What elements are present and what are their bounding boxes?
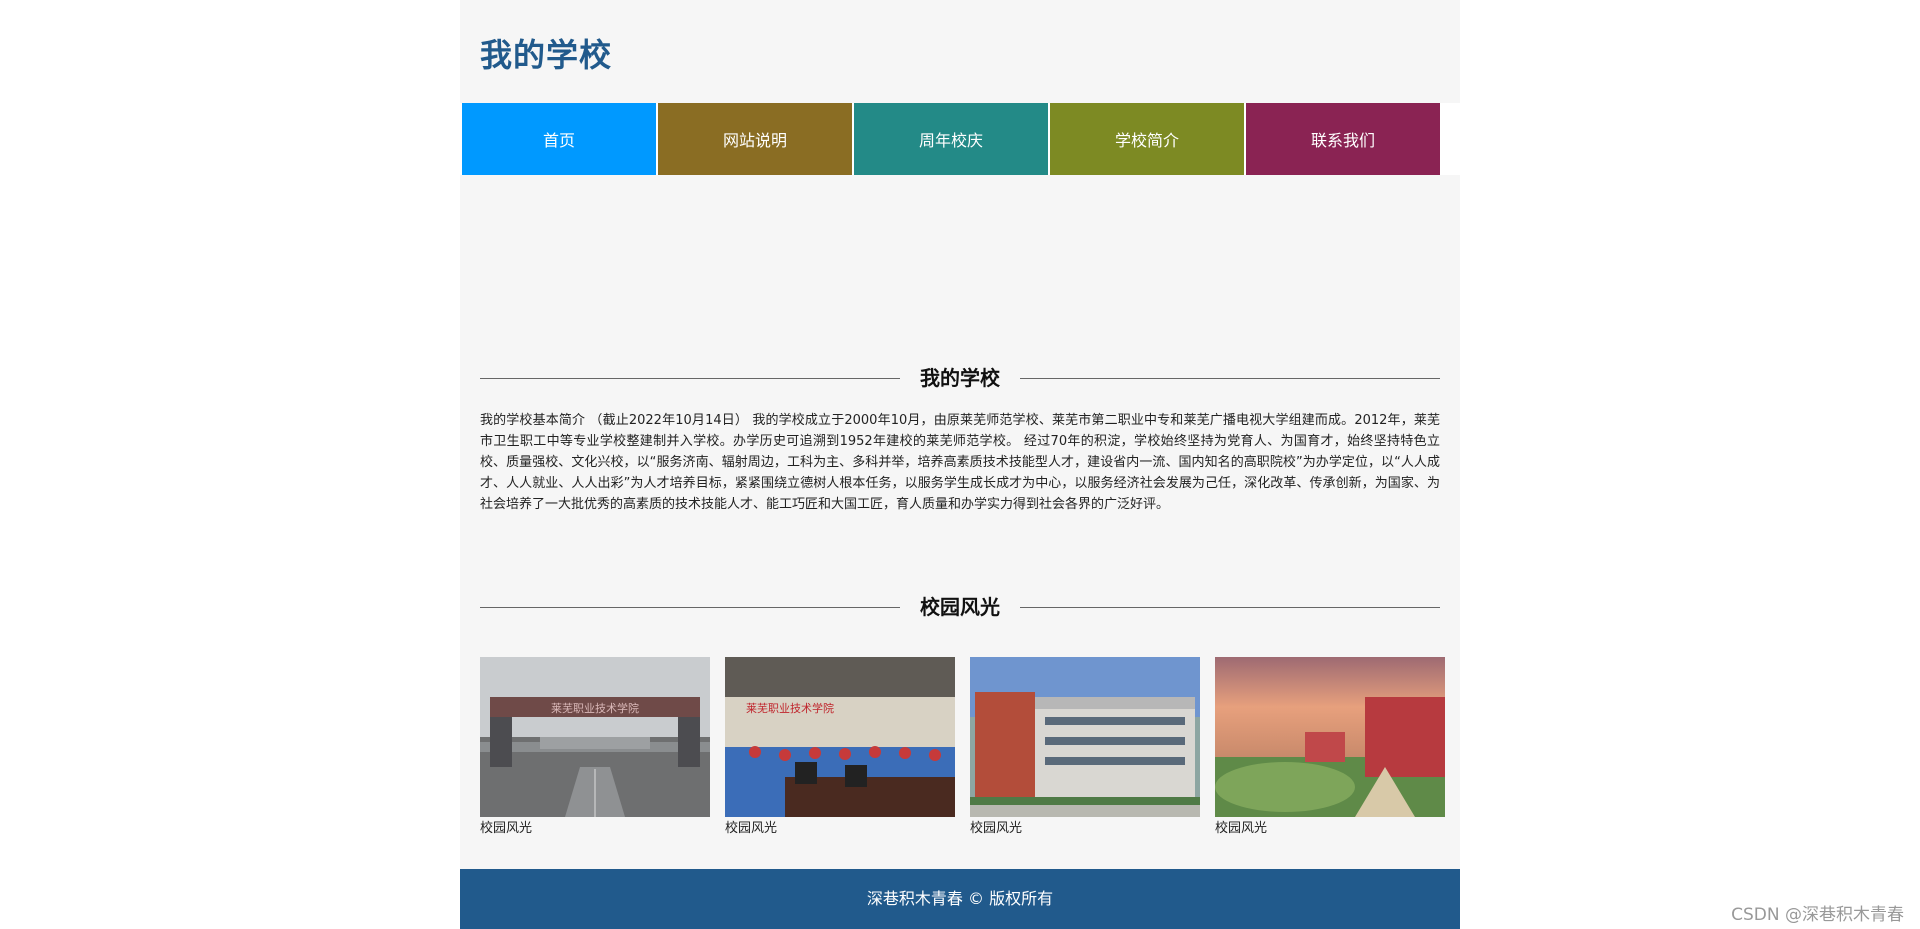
campus-gallery: 莱芜职业技术学院 校园风光 莱芜职业技术学院 校园风光 校园风光 校园风光 <box>480 657 1460 837</box>
nav-item-anniversary[interactable]: 周年校庆 <box>854 103 1048 175</box>
nav-item-contact[interactable]: 联系我们 <box>1246 103 1440 175</box>
footer-copyright: 深巷积木青春 © 版权所有 <box>866 889 1054 908</box>
site-title: 我的学校 <box>480 36 613 74</box>
school-intro-text: 我的学校基本简介 （截止2022年10月14日） 我的学校成立于2000年10月… <box>480 413 1440 512</box>
nav-item-site-info[interactable]: 网站说明 <box>658 103 852 175</box>
sunset-campus-photo[interactable] <box>1215 657 1445 817</box>
gallery-caption: 校园风光 <box>725 821 778 836</box>
nav-item-label: 联系我们 <box>1310 131 1375 150</box>
about-section-heading: 我的学校 <box>480 363 1440 393</box>
auditorium-photo[interactable]: 莱芜职业技术学院 <box>725 657 955 817</box>
gallery-section-heading: 校园风光 <box>480 592 1440 622</box>
gallery-item[interactable]: 莱芜职业技术学院 校园风光 <box>725 657 955 837</box>
auditorium-sign-text: 莱芜职业技术学院 <box>746 701 834 715</box>
gallery-caption: 校园风光 <box>970 821 1023 836</box>
nav-item-label: 周年校庆 <box>918 131 983 150</box>
about-heading-label: 我的学校 <box>900 363 1020 393</box>
gallery-item[interactable]: 莱芜职业技术学院 校园风光 <box>480 657 710 837</box>
header: 我的学校 <box>460 0 1460 103</box>
page-container: 我的学校 首页 网站说明 周年校庆 学校简介 联系我们 我的学校 我的学校基本简… <box>460 0 1460 929</box>
gallery-heading-label: 校园风光 <box>900 592 1020 622</box>
csdn-watermark: CSDN @深巷积木青春 <box>1731 905 1904 925</box>
gate-sign-text: 莱芜职业技术学院 <box>551 701 639 715</box>
nav-item-school-intro[interactable]: 学校简介 <box>1050 103 1244 175</box>
footer: 深巷积木青春 © 版权所有 <box>460 869 1460 929</box>
gallery-item[interactable]: 校园风光 <box>1215 657 1445 837</box>
main-nav: 首页 网站说明 周年校庆 学校简介 联系我们 <box>460 103 1460 175</box>
nav-item-home[interactable]: 首页 <box>462 103 656 175</box>
campus-gate-photo[interactable]: 莱芜职业技术学院 <box>480 657 710 817</box>
gallery-caption: 校园风光 <box>1215 821 1268 836</box>
teaching-building-photo[interactable] <box>970 657 1200 817</box>
nav-item-label: 首页 <box>542 131 575 150</box>
nav-item-label: 网站说明 <box>722 131 787 150</box>
gallery-caption: 校园风光 <box>480 821 533 836</box>
gallery-item[interactable]: 校园风光 <box>970 657 1200 837</box>
nav-item-label: 学校简介 <box>1114 131 1179 150</box>
